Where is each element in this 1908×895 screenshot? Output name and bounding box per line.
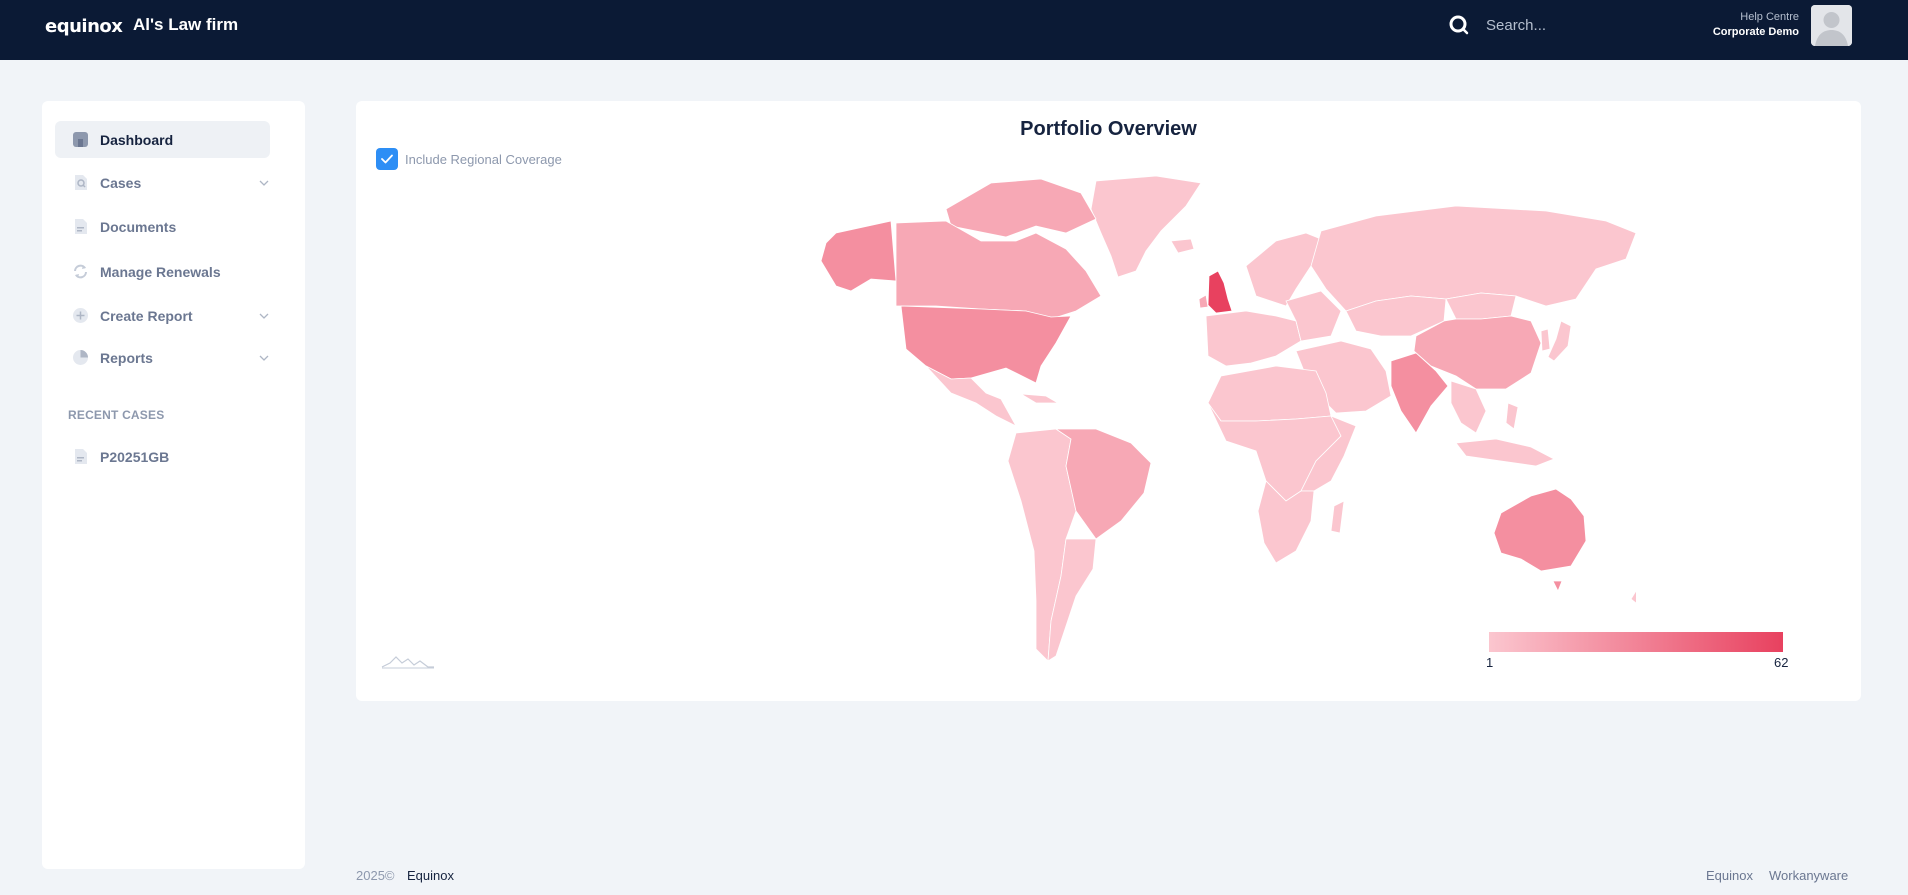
recent-case-item[interactable]: P20251GB — [55, 438, 270, 475]
sidebar-item-manage-renewals[interactable]: Manage Renewals — [55, 253, 270, 290]
pie-chart-icon — [73, 350, 88, 365]
sidebar-item-label: Reports — [100, 349, 153, 366]
map-country-madagascar — [1330, 500, 1345, 534]
chevron-down-icon — [259, 355, 269, 361]
color-scale-legend — [1489, 632, 1783, 652]
footer-copyright: 2025© — [356, 868, 395, 883]
map-region-western-europe — [1205, 310, 1302, 367]
refresh-icon — [74, 264, 87, 279]
map-region-tasmania — [1552, 580, 1563, 592]
map-country-uk — [1207, 270, 1233, 314]
sidebar-item-create-report[interactable]: Create Report — [55, 297, 270, 334]
footer-brand-link[interactable]: Equinox — [407, 868, 454, 883]
map-country-canada-islands — [945, 178, 1097, 238]
map-country-iceland — [1170, 238, 1195, 254]
portfolio-overview-card: Portfolio Overview Include Regional Cove… — [356, 101, 1861, 701]
world-map[interactable] — [596, 171, 1636, 671]
chevron-down-icon — [259, 180, 269, 186]
plus-circle-icon — [73, 308, 88, 323]
document-icon — [75, 219, 87, 234]
map-country-japan — [1547, 320, 1572, 362]
equinox-logo[interactable]: equinox — [45, 16, 123, 37]
account-name[interactable]: Corporate Demo — [1713, 26, 1799, 38]
map-country-usa — [900, 305, 1072, 384]
legend-min-label: 1 — [1486, 655, 1494, 670]
map-country-new-zealand — [1630, 590, 1636, 604]
top-navbar: equinox Al's Law firm Help Centre Corpor… — [0, 0, 1908, 60]
sidebar: Dashboard Cases Documents Manage Renewal… — [42, 101, 305, 869]
include-regional-checkbox[interactable] — [376, 148, 398, 170]
checkmark-icon — [381, 154, 393, 164]
map-country-philippines — [1505, 402, 1519, 430]
firm-name: Al's Law firm — [133, 15, 239, 34]
map-country-mongolia — [1445, 292, 1517, 320]
sidebar-item-cases[interactable]: Cases — [55, 164, 270, 201]
recent-case-label: P20251GB — [100, 448, 170, 465]
map-region-north-africa — [1207, 365, 1332, 422]
sidebar-item-label: Manage Renewals — [100, 263, 221, 280]
map-country-greenland — [1090, 175, 1202, 278]
map-region-caribbean — [1020, 393, 1060, 404]
document-icon — [75, 449, 87, 464]
user-silhouette-icon — [1811, 5, 1852, 46]
case-search-icon — [75, 175, 87, 190]
map-provider-logo — [381, 656, 434, 669]
sidebar-item-dashboard[interactable]: Dashboard — [55, 121, 270, 158]
search-icon[interactable] — [1448, 14, 1470, 36]
page-title: Portfolio Overview — [1020, 118, 1197, 140]
legend-max-label: 62 — [1774, 655, 1789, 670]
sidebar-item-documents[interactable]: Documents — [55, 208, 270, 245]
footer-link-workanyware[interactable]: Workanyware — [1769, 868, 1848, 883]
sidebar-item-label: Dashboard — [100, 131, 174, 148]
map-country-korea — [1540, 328, 1551, 352]
map-country-australia — [1493, 488, 1587, 572]
map-country-ireland — [1198, 294, 1209, 309]
avatar[interactable] — [1811, 5, 1852, 46]
sidebar-item-label: Create Report — [100, 307, 193, 324]
map-country-indonesia — [1455, 438, 1555, 467]
sidebar-item-label: Cases — [100, 174, 142, 191]
dashboard-icon — [73, 132, 88, 147]
sidebar-item-label: Documents — [100, 218, 177, 235]
search-input[interactable] — [1486, 13, 1676, 37]
help-centre-link[interactable]: Help Centre — [1740, 11, 1799, 23]
map-country-alaska — [820, 220, 897, 292]
sidebar-item-reports[interactable]: Reports — [55, 339, 270, 376]
include-regional-label[interactable]: Include Regional Coverage — [405, 152, 562, 167]
recent-cases-heading: RECENT CASES — [68, 408, 165, 422]
footer-link-equinox[interactable]: Equinox — [1706, 868, 1753, 883]
chevron-down-icon — [259, 313, 269, 319]
